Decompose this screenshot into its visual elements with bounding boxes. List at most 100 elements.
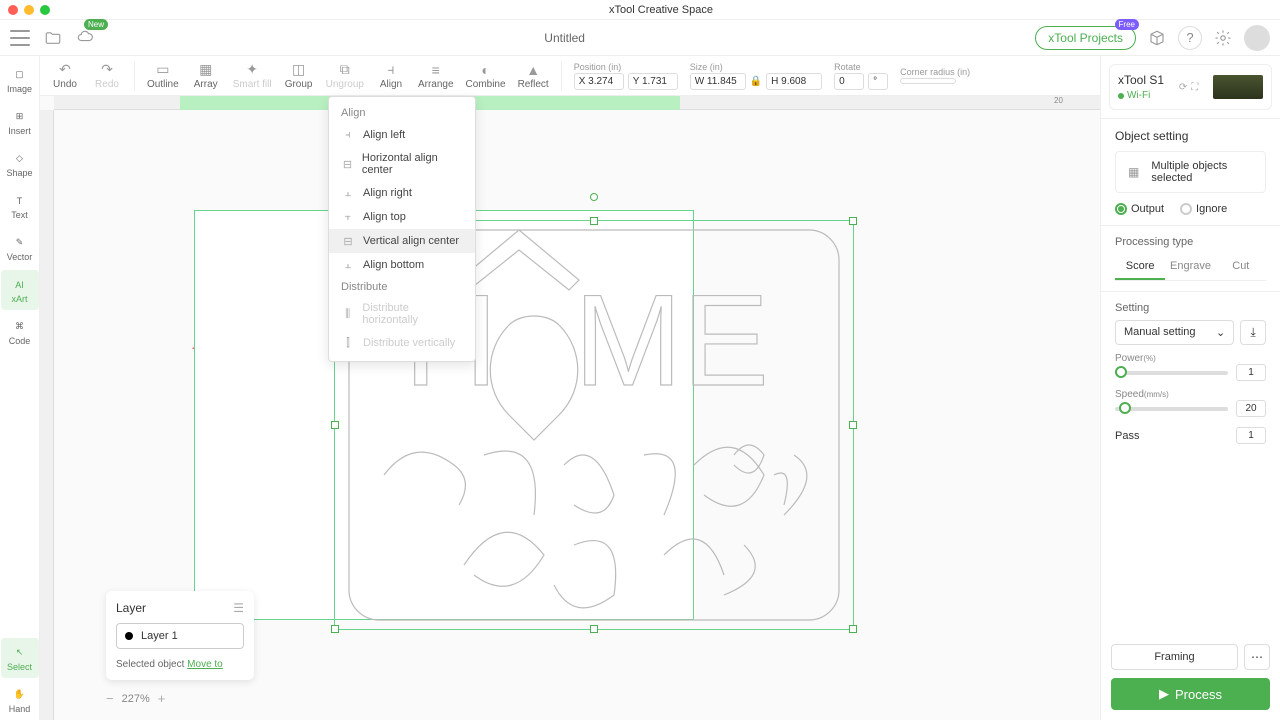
maximize-icon[interactable] [40,5,50,15]
size-group: Size (in) W 11.845 🔒 H 9.608 [690,62,822,90]
y-input[interactable]: Y 1.731 [628,73,678,90]
handle-mb[interactable] [590,625,598,633]
device-connection: Wi-Fi [1127,90,1150,101]
ignore-radio[interactable]: Ignore [1180,203,1227,215]
power-value[interactable]: 1 [1236,364,1266,381]
rotate-group: Rotate 0 ° [834,62,888,90]
zoom-in-icon[interactable]: + [158,691,166,706]
save-preset-icon[interactable]: ⤓ [1240,320,1266,345]
setting-mode-select[interactable]: Manual setting⌄ [1115,320,1234,345]
cloud-button[interactable] [76,27,94,48]
combine-button[interactable]: ◐Combine [466,62,506,90]
h-input[interactable]: H 9.608 [766,73,822,90]
align-hcenter[interactable]: ⊟Horizontal align center [329,147,475,181]
svg-text:ME: ME [574,267,769,413]
outline-button[interactable]: ▭Outline [147,61,179,90]
align-left[interactable]: ⫞Align left [329,123,475,147]
arrange-button[interactable]: ≡Arrange [418,62,454,90]
tab-score[interactable]: Score [1115,254,1165,280]
avatar[interactable] [1244,25,1270,51]
folder-icon[interactable] [44,29,62,47]
framing-options-icon[interactable]: ⋯ [1244,644,1270,670]
distribute-v: ⫿Distribute vertically [329,331,475,355]
align-bottom[interactable]: ⫠Align bottom [329,253,475,277]
rail-text[interactable]: TText [1,186,39,226]
layer-list-icon[interactable]: ☰ [233,601,244,615]
zoom-out-icon[interactable]: − [106,691,114,706]
expand-icon[interactable]: ⛶ [1191,82,1198,93]
refresh-icon[interactable]: ⟳ [1179,82,1187,93]
zoom-level[interactable]: 227% [122,693,150,705]
ruler-vertical [40,110,54,720]
undo-button[interactable]: ↶Undo [50,61,80,90]
power-slider[interactable] [1115,371,1228,375]
move-to-link[interactable]: Move to [187,659,223,670]
rail-label: Text [11,210,28,220]
ungroup-button[interactable]: ⧉Ungroup [326,61,364,90]
help-icon[interactable]: ? [1178,26,1202,50]
settings-icon[interactable] [1214,29,1232,47]
handle-tr[interactable] [849,217,857,225]
tab-cut[interactable]: Cut [1216,254,1266,280]
layer-visibility-icon[interactable] [125,632,133,640]
framing-button[interactable]: Framing [1111,644,1238,670]
rail-label: Shape [6,168,32,178]
file-bar: Untitled xTool Projects ? [0,20,1280,56]
dd-label: Align bottom [363,259,424,271]
rail-hand[interactable]: ✋Hand [1,680,39,720]
dd-header-align: Align [329,103,475,123]
handle-br[interactable] [849,625,857,633]
output-radio[interactable]: Output [1115,203,1164,215]
rail-label: Code [9,336,31,346]
layer-row[interactable]: Layer 1 [116,623,244,649]
dd-label: Horizontal align center [362,152,463,176]
corner-input[interactable] [900,78,956,84]
rail-shape[interactable]: ◇Shape [1,144,39,184]
pass-value[interactable]: 1 [1236,427,1266,444]
process-button[interactable]: ▶ Process [1111,678,1270,710]
rail-label: xArt [11,294,27,304]
menu-icon[interactable] [10,30,30,46]
handle-bl[interactable] [331,625,339,633]
x-input[interactable]: X 3.274 [574,73,624,90]
group-button[interactable]: ◫Group [284,61,314,90]
document-title[interactable]: Untitled [94,31,1035,45]
xtool-projects-button[interactable]: xTool Projects [1035,26,1136,50]
field-label: Rotate [834,62,888,72]
tbtn-label: Ungroup [326,79,364,90]
dd-header-distribute: Distribute [329,277,475,297]
right-panel: xTool S1 Wi-Fi ⟳ ⛶ Object setting ▦ Mult… [1100,56,1280,720]
rail-insert[interactable]: ⊞Insert [1,102,39,142]
minimize-icon[interactable] [24,5,34,15]
lock-icon[interactable]: 🔒 [750,76,762,87]
window-titlebar: xTool Creative Space [0,0,1280,20]
redo-button[interactable]: ↷Redo [92,61,122,90]
tab-engrave[interactable]: Engrave [1165,254,1215,280]
handle-rotate[interactable] [590,193,598,201]
align-vcenter[interactable]: ⊟Vertical align center [329,229,475,253]
device-card[interactable]: xTool S1 Wi-Fi ⟳ ⛶ [1109,64,1272,110]
canvas-area: 0 10 20 + H ME [40,96,1100,720]
close-icon[interactable] [8,5,18,15]
processing-section: Processing type Score Engrave Cut [1101,225,1280,291]
align-button[interactable]: ⫞Align [376,61,406,90]
package-icon[interactable] [1148,29,1166,47]
align-right[interactable]: ⫠Align right [329,181,475,205]
rail-xart[interactable]: AIxArt [1,270,39,310]
layer-panel: Layer ☰ Layer 1 Selected object Move to [106,591,254,680]
rotate-input[interactable]: 0 [834,73,864,90]
w-input[interactable]: W 11.845 [690,73,746,90]
handle-mr[interactable] [849,421,857,429]
dd-label: Vertical align center [363,235,459,247]
reflect-button[interactable]: ▲Reflect [518,62,549,90]
array-button[interactable]: ▦Array [191,61,221,90]
speed-value[interactable]: 20 [1236,400,1266,417]
speed-slider[interactable] [1115,407,1228,411]
rail-vector[interactable]: ✎Vector [1,228,39,268]
selected-label: Selected object [116,659,184,670]
rail-select[interactable]: ↖Select [1,638,39,678]
align-top[interactable]: ⫟Align top [329,205,475,229]
rail-code[interactable]: ⌘Code [1,312,39,352]
chevron-down-icon: ⌄ [1216,326,1225,339]
rail-image[interactable]: ▢Image [1,60,39,100]
